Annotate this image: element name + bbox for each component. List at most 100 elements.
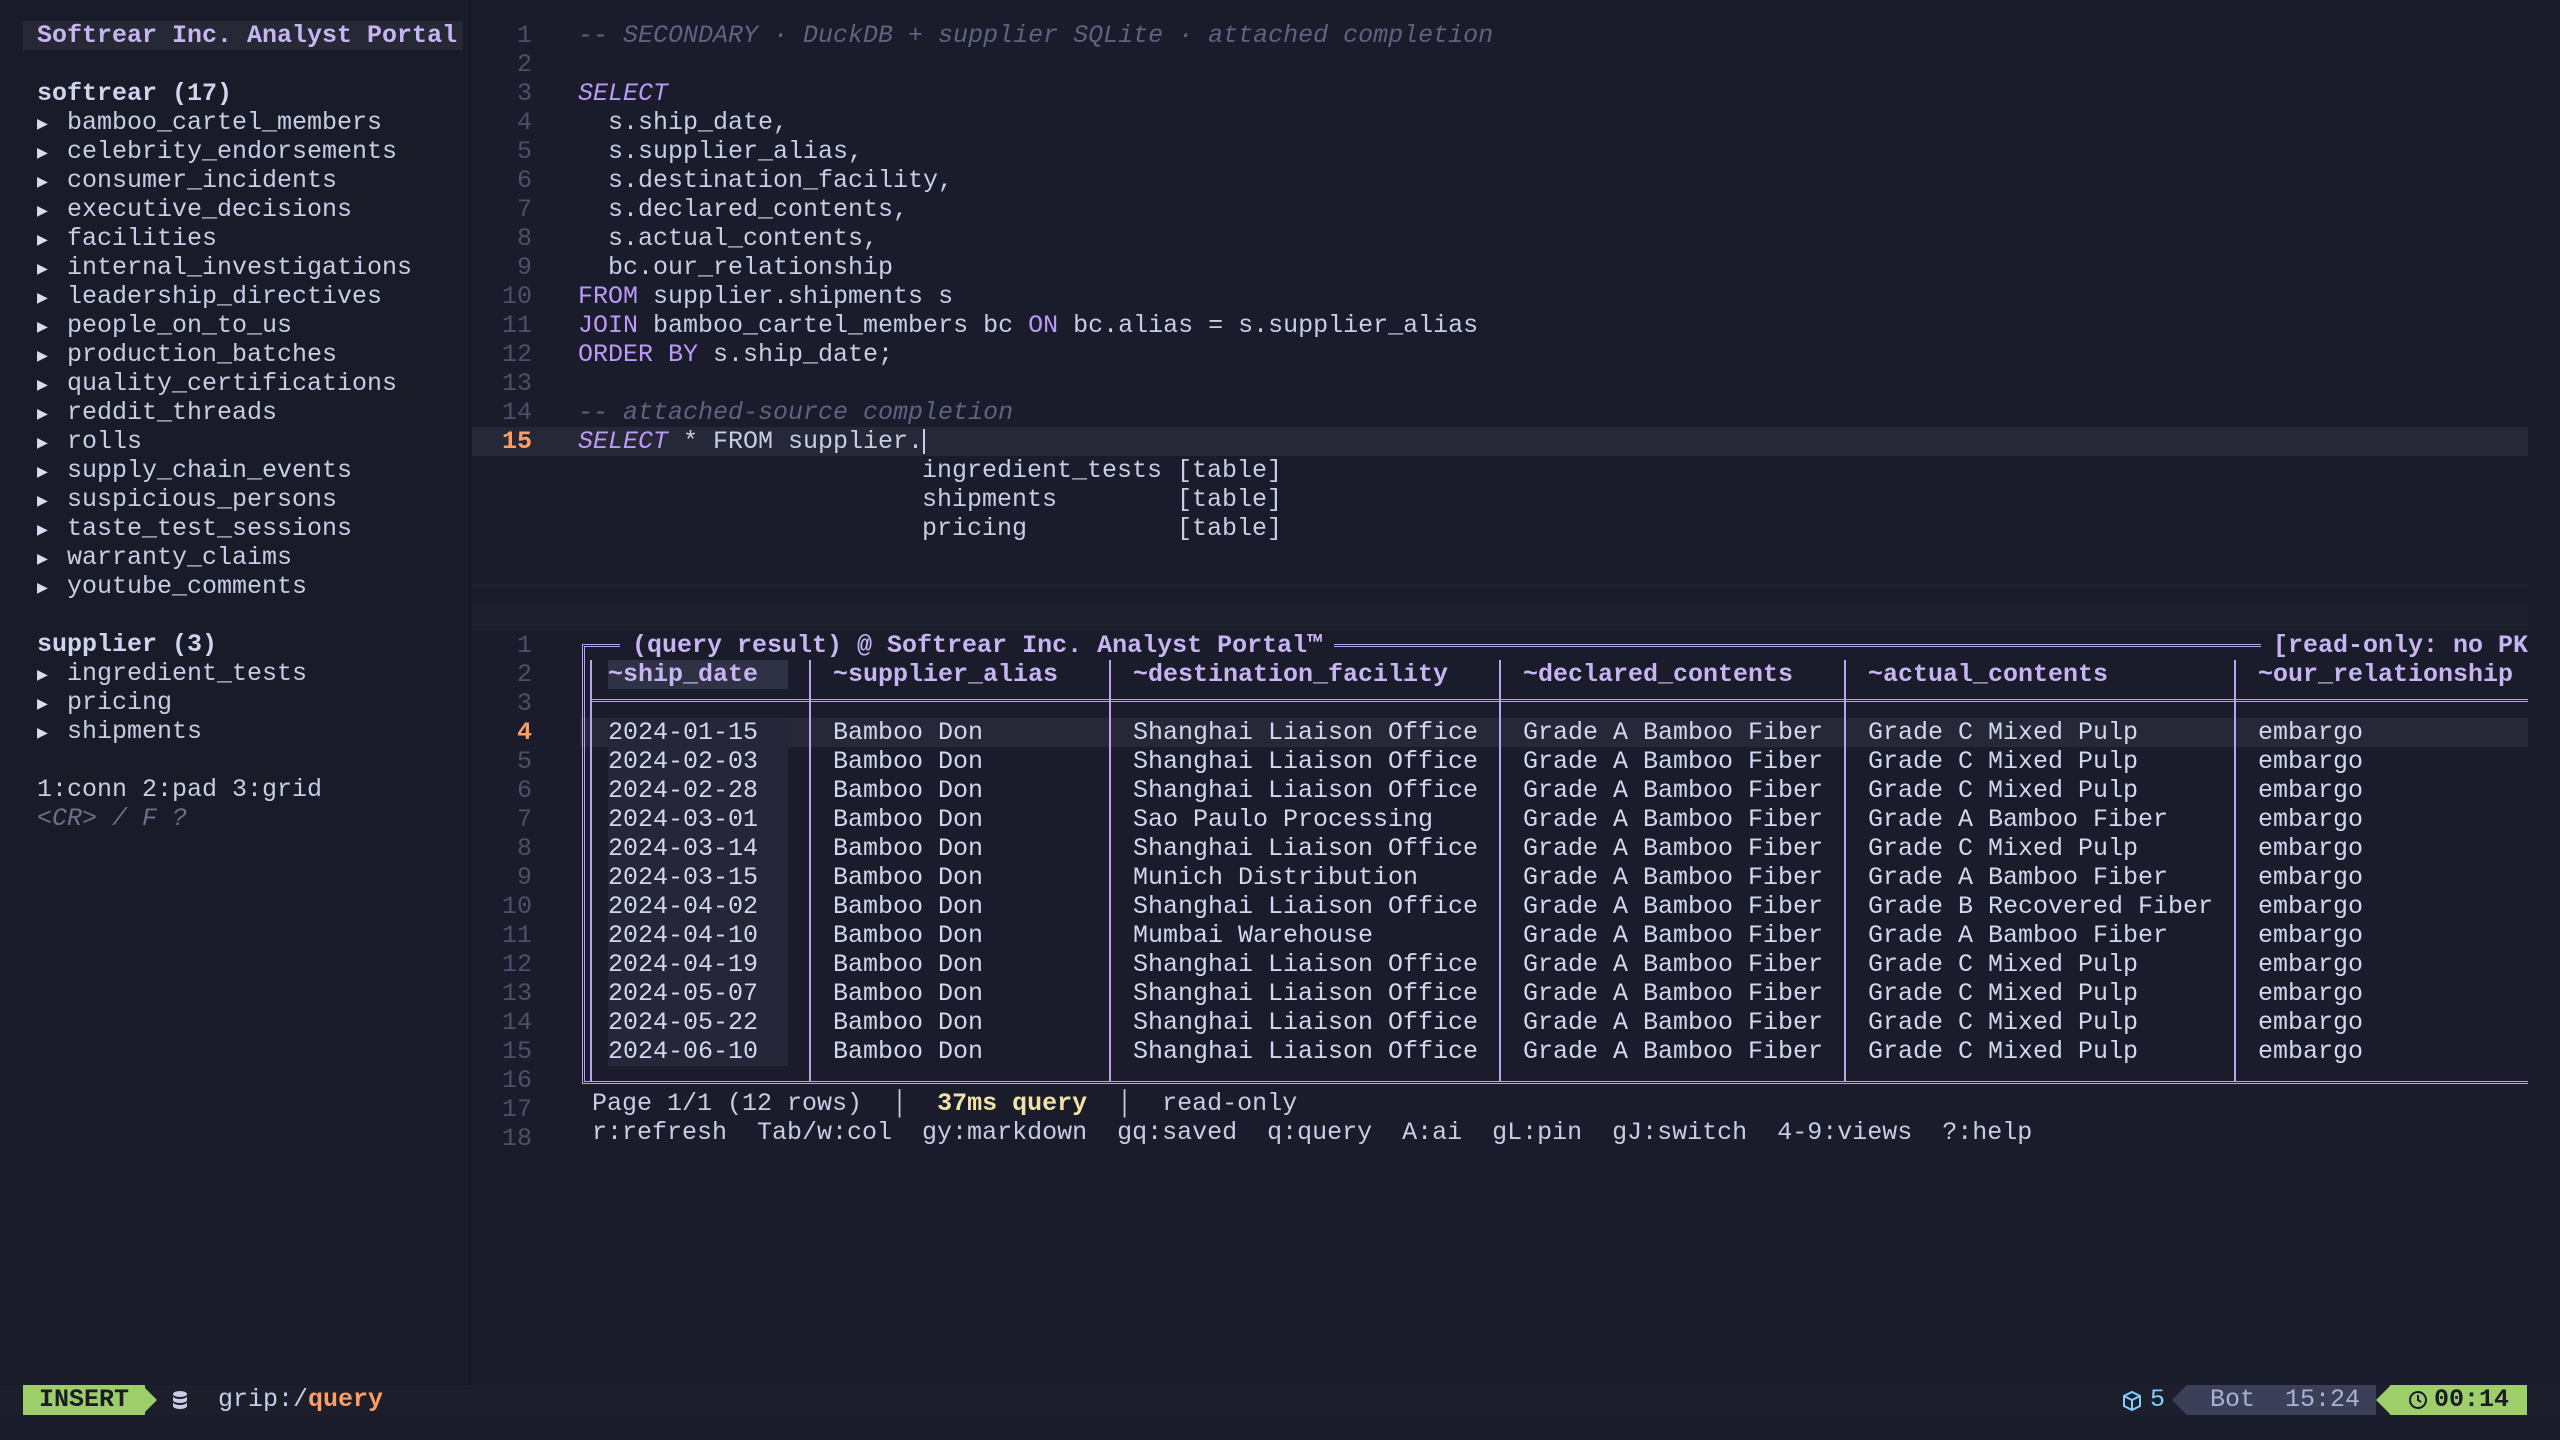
table-cell[interactable]: embargo [2258,863,2363,892]
table-cell[interactable]: Grade A Bamboo Fiber [1523,805,1823,834]
expand-arrow-icon[interactable]: ▶ [37,575,67,604]
table-cell[interactable]: Grade A Bamboo Fiber [1523,1037,1823,1066]
column-header[interactable]: ~supplier_alias [833,660,1058,689]
editor-line[interactable]: 10 FROM supplier.shipments s [472,282,2528,311]
table-cell[interactable]: Grade C Mixed Pulp [1868,1037,2138,1066]
table-cell[interactable]: Grade C Mixed Pulp [1868,718,2138,747]
table-cell[interactable]: embargo [2258,1008,2363,1037]
table-cell[interactable]: Grade A Bamboo Fiber [1523,776,1823,805]
table-cell[interactable]: 2024-05-07 [608,979,758,1008]
table-cell[interactable]: Grade A Bamboo Fiber [1523,863,1823,892]
table-cell[interactable]: Bamboo Don [833,834,983,863]
table-cell[interactable]: 2024-05-22 [608,1008,758,1037]
table-cell[interactable]: Bamboo Don [833,863,983,892]
table-cell[interactable]: Grade A Bamboo Fiber [1868,805,2168,834]
column-header[interactable]: ~destination_facility [1133,660,1448,689]
table-cell[interactable]: Grade A Bamboo Fiber [1523,718,1823,747]
table-cell[interactable]: 2024-06-10 [608,1037,758,1066]
editor-line[interactable]: 6 s.destination_facility, [472,166,2528,195]
table-cell[interactable]: Grade A Bamboo Fiber [1523,747,1823,776]
sidebar-item-bamboo-cartel-members[interactable]: ▶ bamboo_cartel_members [23,108,463,137]
table-cell[interactable]: 2024-02-03 [608,747,758,776]
editor-line[interactable]: 4 s.ship_date, [472,108,2528,137]
expand-arrow-icon[interactable]: ▶ [37,488,67,517]
expand-arrow-icon[interactable]: ▶ [37,546,67,575]
table-cell[interactable]: embargo [2258,718,2363,747]
completion-item[interactable]: shipments [table] [922,485,1282,514]
expand-arrow-icon[interactable]: ▶ [37,459,67,488]
sidebar-item-consumer-incidents[interactable]: ▶ consumer_incidents [23,166,463,195]
table-cell[interactable]: Shanghai Liaison Office [1133,950,1478,979]
table-cell[interactable]: 2024-02-28 [608,776,758,805]
expand-arrow-icon[interactable]: ▶ [37,372,67,401]
table-cell[interactable]: Bamboo Don [833,1008,983,1037]
table-cell[interactable]: embargo [2258,776,2363,805]
table-cell[interactable]: Shanghai Liaison Office [1133,1008,1478,1037]
table-cell[interactable]: Grade A Bamboo Fiber [1523,921,1823,950]
schema-group-header[interactable]: supplier (3) [23,630,463,659]
table-cell[interactable]: Grade B Recovered Fiber [1868,892,2213,921]
table-cell[interactable]: Bamboo Don [833,979,983,1008]
expand-arrow-icon[interactable]: ▶ [37,314,67,343]
table-cell[interactable]: embargo [2258,921,2363,950]
table-cell[interactable]: Bamboo Don [833,776,983,805]
sidebar-item-production-batches[interactable]: ▶ production_batches [23,340,463,369]
sidebar-item-taste-test-sessions[interactable]: ▶ taste_test_sessions [23,514,463,543]
expand-arrow-icon[interactable]: ▶ [37,343,67,372]
sidebar-item-youtube-comments[interactable]: ▶ youtube_comments [23,572,463,601]
editor-line[interactable]: 2 [472,50,2528,79]
table-cell[interactable]: Grade C Mixed Pulp [1868,1008,2138,1037]
table-cell[interactable]: Shanghai Liaison Office [1133,892,1478,921]
column-header[interactable]: ~declared_contents [1523,660,1793,689]
sidebar-item-ingredient-tests[interactable]: ▶ ingredient_tests [23,659,463,688]
expand-arrow-icon[interactable]: ▶ [37,111,67,140]
table-cell[interactable]: embargo [2258,979,2363,1008]
table-cell[interactable]: Shanghai Liaison Office [1133,718,1478,747]
table-cell[interactable]: Bamboo Don [833,747,983,776]
expand-arrow-icon[interactable]: ▶ [37,720,67,749]
expand-arrow-icon[interactable]: ▶ [37,691,67,720]
sidebar-item-facilities[interactable]: ▶ facilities [23,224,463,253]
table-cell[interactable]: embargo [2258,805,2363,834]
editor-line[interactable]: 14 -- attached-source completion [472,398,2528,427]
expand-arrow-icon[interactable]: ▶ [37,285,67,314]
table-cell[interactable]: Mumbai Warehouse [1133,921,1373,950]
table-cell[interactable]: Bamboo Don [833,1037,983,1066]
query-editor[interactable]: 1 -- SECONDARY · DuckDB + supplier SQLite… [472,21,2528,581]
completion-item[interactable]: pricing [table] [922,514,1282,543]
sidebar-item-internal-investigations[interactable]: ▶ internal_investigations [23,253,463,282]
table-cell[interactable]: 2024-03-01 [608,805,758,834]
table-cell[interactable]: Grade A Bamboo Fiber [1868,921,2168,950]
column-header[interactable]: ~ship_date [608,660,758,689]
editor-line[interactable]: 9 bc.our_relationship [472,253,2528,282]
table-cell[interactable]: 2024-04-10 [608,921,758,950]
editor-line[interactable]: 12 ORDER BY s.ship_date; [472,340,2528,369]
expand-arrow-icon[interactable]: ▶ [37,227,67,256]
expand-arrow-icon[interactable]: ▶ [37,198,67,227]
table-cell[interactable]: Shanghai Liaison Office [1133,834,1478,863]
table-cell[interactable]: 2024-04-19 [608,950,758,979]
sidebar-item-leadership-directives[interactable]: ▶ leadership_directives [23,282,463,311]
table-cell[interactable]: Munich Distribution [1133,863,1418,892]
table-cell[interactable]: embargo [2258,1037,2363,1066]
table-cell[interactable]: 2024-04-02 [608,892,758,921]
table-cell[interactable]: 2024-03-15 [608,863,758,892]
table-cell[interactable]: Sao Paulo Processing [1133,805,1433,834]
table-cell[interactable]: embargo [2258,834,2363,863]
editor-line[interactable]: 11 JOIN bamboo_cartel_members bc ON bc.al… [472,311,2528,340]
editor-line[interactable]: 7 s.declared_contents, [472,195,2528,224]
table-cell[interactable]: 2024-03-14 [608,834,758,863]
table-cell[interactable]: Grade C Mixed Pulp [1868,747,2138,776]
sidebar-item-people-on-to-us[interactable]: ▶ people_on_to_us [23,311,463,340]
table-cell[interactable]: Grade A Bamboo Fiber [1868,863,2168,892]
expand-arrow-icon[interactable]: ▶ [37,169,67,198]
sidebar-item-quality-certifications[interactable]: ▶ quality_certifications [23,369,463,398]
table-cell[interactable]: Grade C Mixed Pulp [1868,834,2138,863]
table-cell[interactable]: Grade A Bamboo Fiber [1523,950,1823,979]
table-cell[interactable]: Grade A Bamboo Fiber [1523,834,1823,863]
table-cell[interactable]: Grade C Mixed Pulp [1868,776,2138,805]
pane-split-bar[interactable] [472,603,2528,631]
editor-line[interactable]: 13 [472,369,2528,398]
completion-item[interactable]: ingredient_tests [table] [922,456,1282,485]
sidebar-item-executive-decisions[interactable]: ▶ executive_decisions [23,195,463,224]
